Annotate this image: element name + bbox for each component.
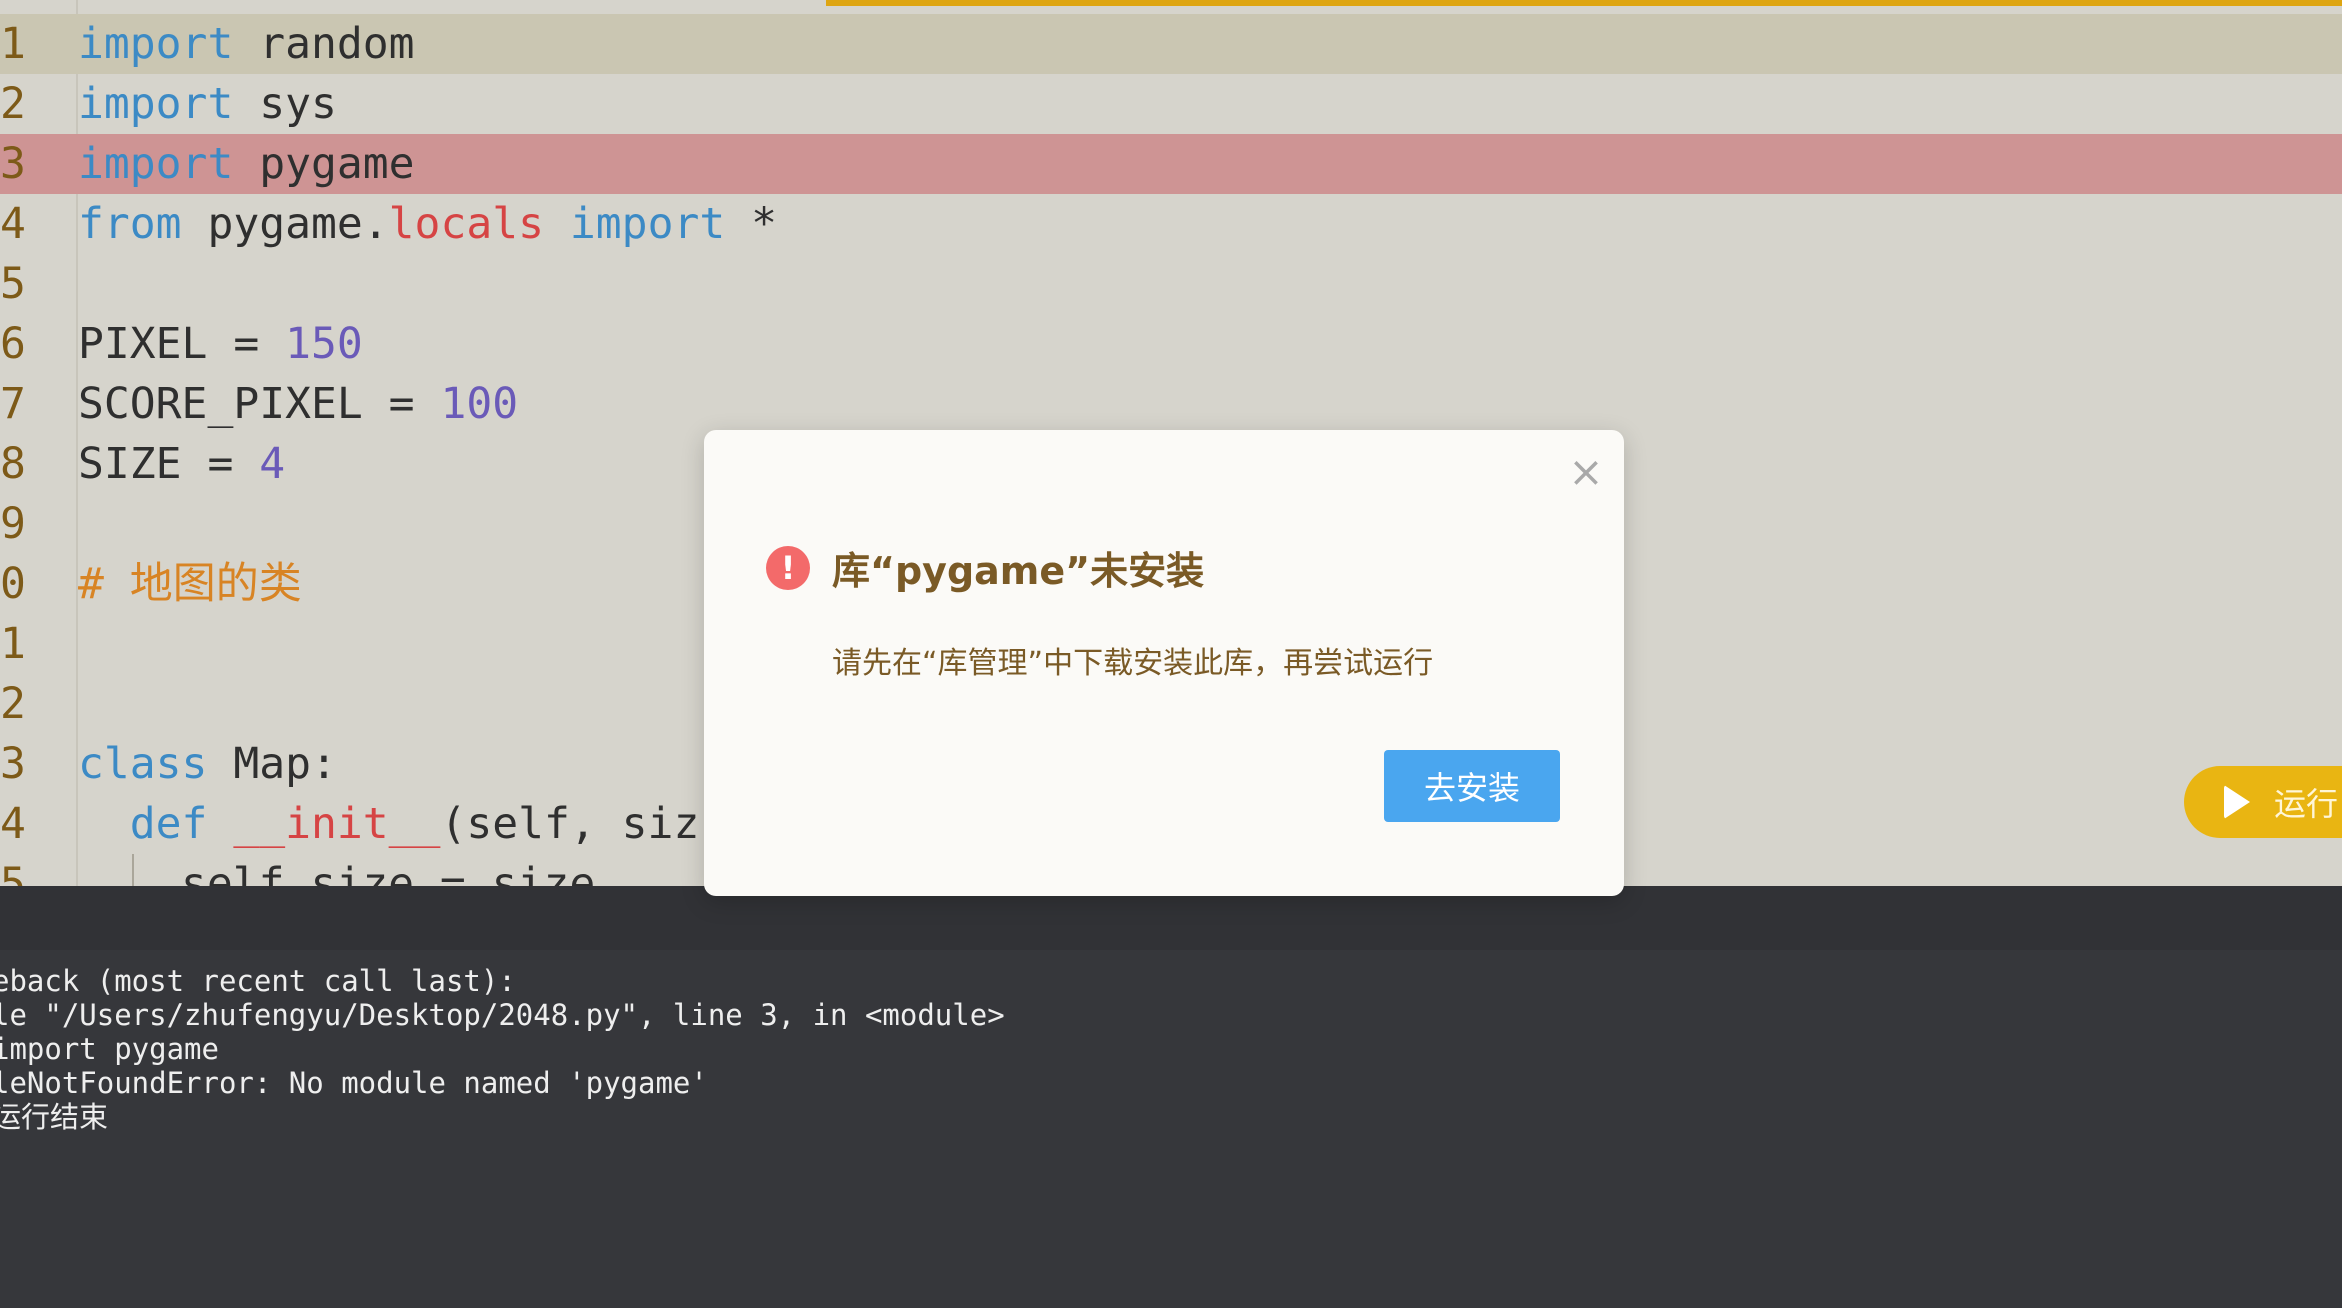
console-output: eback (most recent call last): le "/User…: [0, 964, 1005, 1134]
code-token: 150: [285, 319, 363, 369]
line-number: 0: [0, 559, 26, 609]
code-token: 100: [440, 379, 519, 429]
code-token: __init__: [233, 799, 441, 849]
code-line[interactable]: 7 SCORE_PIXEL = 100: [0, 374, 2342, 434]
code-token: (self, siz: [440, 799, 700, 849]
install-button[interactable]: 去安装: [1384, 750, 1560, 822]
line-number: 3: [0, 139, 26, 189]
code-token: import: [569, 199, 726, 249]
code-token: self.size = size: [181, 859, 596, 886]
code-text: def __init__(self, siz: [78, 794, 700, 854]
dialog-title: 库“pygame”未安装: [832, 549, 1205, 593]
code-line[interactable]: 4 from pygame.locals import *: [0, 194, 2342, 254]
code-token: PIXEL =: [78, 319, 286, 369]
code-token: from: [78, 199, 182, 249]
code-token: 4: [259, 439, 286, 489]
code-token: import: [78, 139, 234, 189]
code-line[interactable]: 2 import sys: [0, 74, 2342, 134]
dialog-message: 请先在“库管理”中下载安装此库，再尝试运行: [832, 646, 1434, 681]
run-button-label: 运行: [2274, 785, 2339, 823]
line-number: 5: [0, 859, 26, 886]
code-text: PIXEL = 150: [78, 314, 363, 374]
code-token: locals: [388, 199, 545, 249]
close-icon[interactable]: ×: [1562, 448, 1610, 496]
code-text: import random: [78, 14, 415, 74]
editor-accent-bar: [826, 0, 2342, 6]
line-number: 9: [0, 499, 26, 549]
line-number: 7: [0, 379, 26, 429]
code-token: pygame: [233, 139, 415, 189]
code-line[interactable]: 1 import random: [0, 14, 2342, 74]
code-token: import: [78, 19, 234, 69]
code-token: random: [233, 19, 415, 69]
line-number: 5: [0, 259, 26, 309]
code-token: pygame.: [181, 199, 389, 249]
line-number: 8: [0, 439, 26, 489]
output-console[interactable]: eback (most recent call last): le "/User…: [0, 886, 2342, 1308]
line-number: 1: [0, 19, 26, 69]
line-number: 2: [0, 679, 26, 729]
code-line[interactable]: 6 PIXEL = 150: [0, 314, 2342, 374]
code-text: class Map:: [78, 734, 337, 794]
code-line[interactable]: 5: [0, 254, 2342, 314]
code-token: *: [725, 199, 778, 249]
play-icon: [2224, 785, 2250, 819]
error-icon: !: [766, 546, 810, 590]
code-text: import sys: [78, 74, 337, 134]
line-number: 4: [0, 799, 26, 849]
line-number: 1: [0, 619, 26, 669]
indent-guide: [132, 854, 134, 886]
code-token: import: [78, 79, 234, 129]
code-token: def: [129, 799, 208, 849]
code-text: SCORE_PIXEL = 100: [78, 374, 518, 434]
line-number: 6: [0, 319, 26, 369]
code-text: from pygame.locals import *: [78, 194, 777, 254]
code-token: Map:: [207, 739, 337, 789]
code-token: class: [78, 739, 208, 789]
code-text: # 地图的类: [78, 554, 302, 614]
code-text: import pygame: [78, 134, 415, 194]
code-token: SCORE_PIXEL =: [78, 379, 441, 429]
line-number: 4: [0, 199, 26, 249]
code-token: SIZE =: [78, 439, 260, 489]
line-number: 2: [0, 79, 26, 129]
code-text: SIZE = 4: [78, 434, 285, 494]
code-line[interactable]: 3 import pygame: [0, 134, 2342, 194]
code-text: self.size = size: [78, 854, 595, 886]
code-token: sys: [233, 79, 337, 129]
library-missing-dialog: × ! 库“pygame”未安装 请先在“库管理”中下载安装此库，再尝试运行 去…: [704, 430, 1624, 896]
code-token: # 地图的类: [78, 559, 302, 609]
line-number: 3: [0, 739, 26, 789]
run-button[interactable]: 运行: [2184, 766, 2342, 838]
